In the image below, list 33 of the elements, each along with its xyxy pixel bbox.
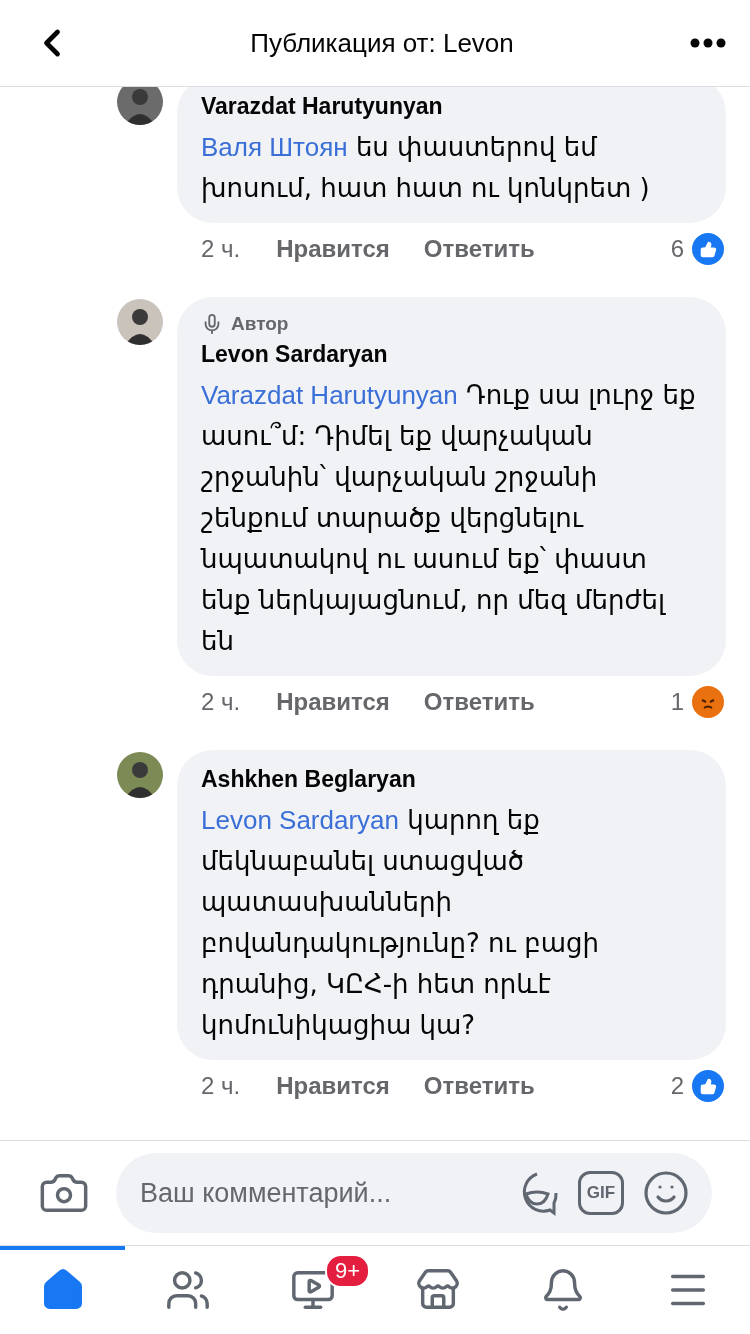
reply-button[interactable]: Ответить xyxy=(423,1072,535,1100)
more-button[interactable] xyxy=(690,38,726,48)
gif-button[interactable]: GIF xyxy=(578,1171,624,1215)
notification-badge: 9+ xyxy=(325,1254,371,1288)
like-button[interactable]: Нравится xyxy=(276,688,390,716)
avatar[interactable] xyxy=(117,87,163,125)
comment-author[interactable]: Ashkhen Beglaryan xyxy=(201,762,702,796)
avatar[interactable] xyxy=(117,752,163,798)
reply-button[interactable]: Ответить xyxy=(423,235,535,263)
more-icon xyxy=(690,38,726,48)
comment-time: 2 ч. xyxy=(201,688,241,716)
reaction-count: 2 xyxy=(670,1072,684,1100)
mention-link[interactable]: Varazdat Harutyunyan xyxy=(201,380,458,410)
nav-tab[interactable]: 9+ xyxy=(250,1246,375,1334)
comment-text: Varazdat Harutyunyan Դուք սա լուրջ եք ասու՞մ: Դիմել եք վարչական շրջանին՝ վարչական շրջանի շենքում տարածք վերցնելու նպատակով ու ասում եք՝ փաստ ենք ներկայացնում, որ մեզ մերժել են xyxy=(201,379,697,658)
mention-link[interactable]: Levon Sardaryan xyxy=(201,805,400,835)
comment-time: 2 ч. xyxy=(201,235,241,263)
reaction-count: 1 xyxy=(670,688,684,716)
comment-text: Валя Штоян ես փաստերով եմ խոսում, հատ հատ ու կոնկրետ ) xyxy=(201,131,651,205)
reaction-count: 6 xyxy=(670,235,684,263)
like-button[interactable]: Нравится xyxy=(276,235,390,263)
emoji-button[interactable] xyxy=(642,1169,690,1217)
comment-author[interactable]: Levon Sardaryan xyxy=(201,337,702,371)
page-title: Публикация от: Levon xyxy=(250,27,514,59)
avatar[interactable] xyxy=(117,299,163,345)
author-label: Автор xyxy=(231,313,289,335)
comment-author[interactable]: Varazdat Harutyunyan xyxy=(201,89,702,123)
like-button[interactable]: Нравится xyxy=(276,1072,390,1100)
comment-time: 2 ч. xyxy=(201,1072,241,1100)
mention-link[interactable]: Валя Штоян xyxy=(201,132,348,162)
comment-text: Levon Sardaryan կարող եք մեկնաբանել ստացված պատասխանների բովանդակությունը? ու բացի դրանից, ԿԸՀ-ի հետ որևէ կոմունիկացիա կա? xyxy=(201,804,600,1042)
reply-button[interactable]: Ответить xyxy=(423,688,535,716)
comment-field[interactable]: Ваш комментарий... GIF xyxy=(116,1153,712,1233)
